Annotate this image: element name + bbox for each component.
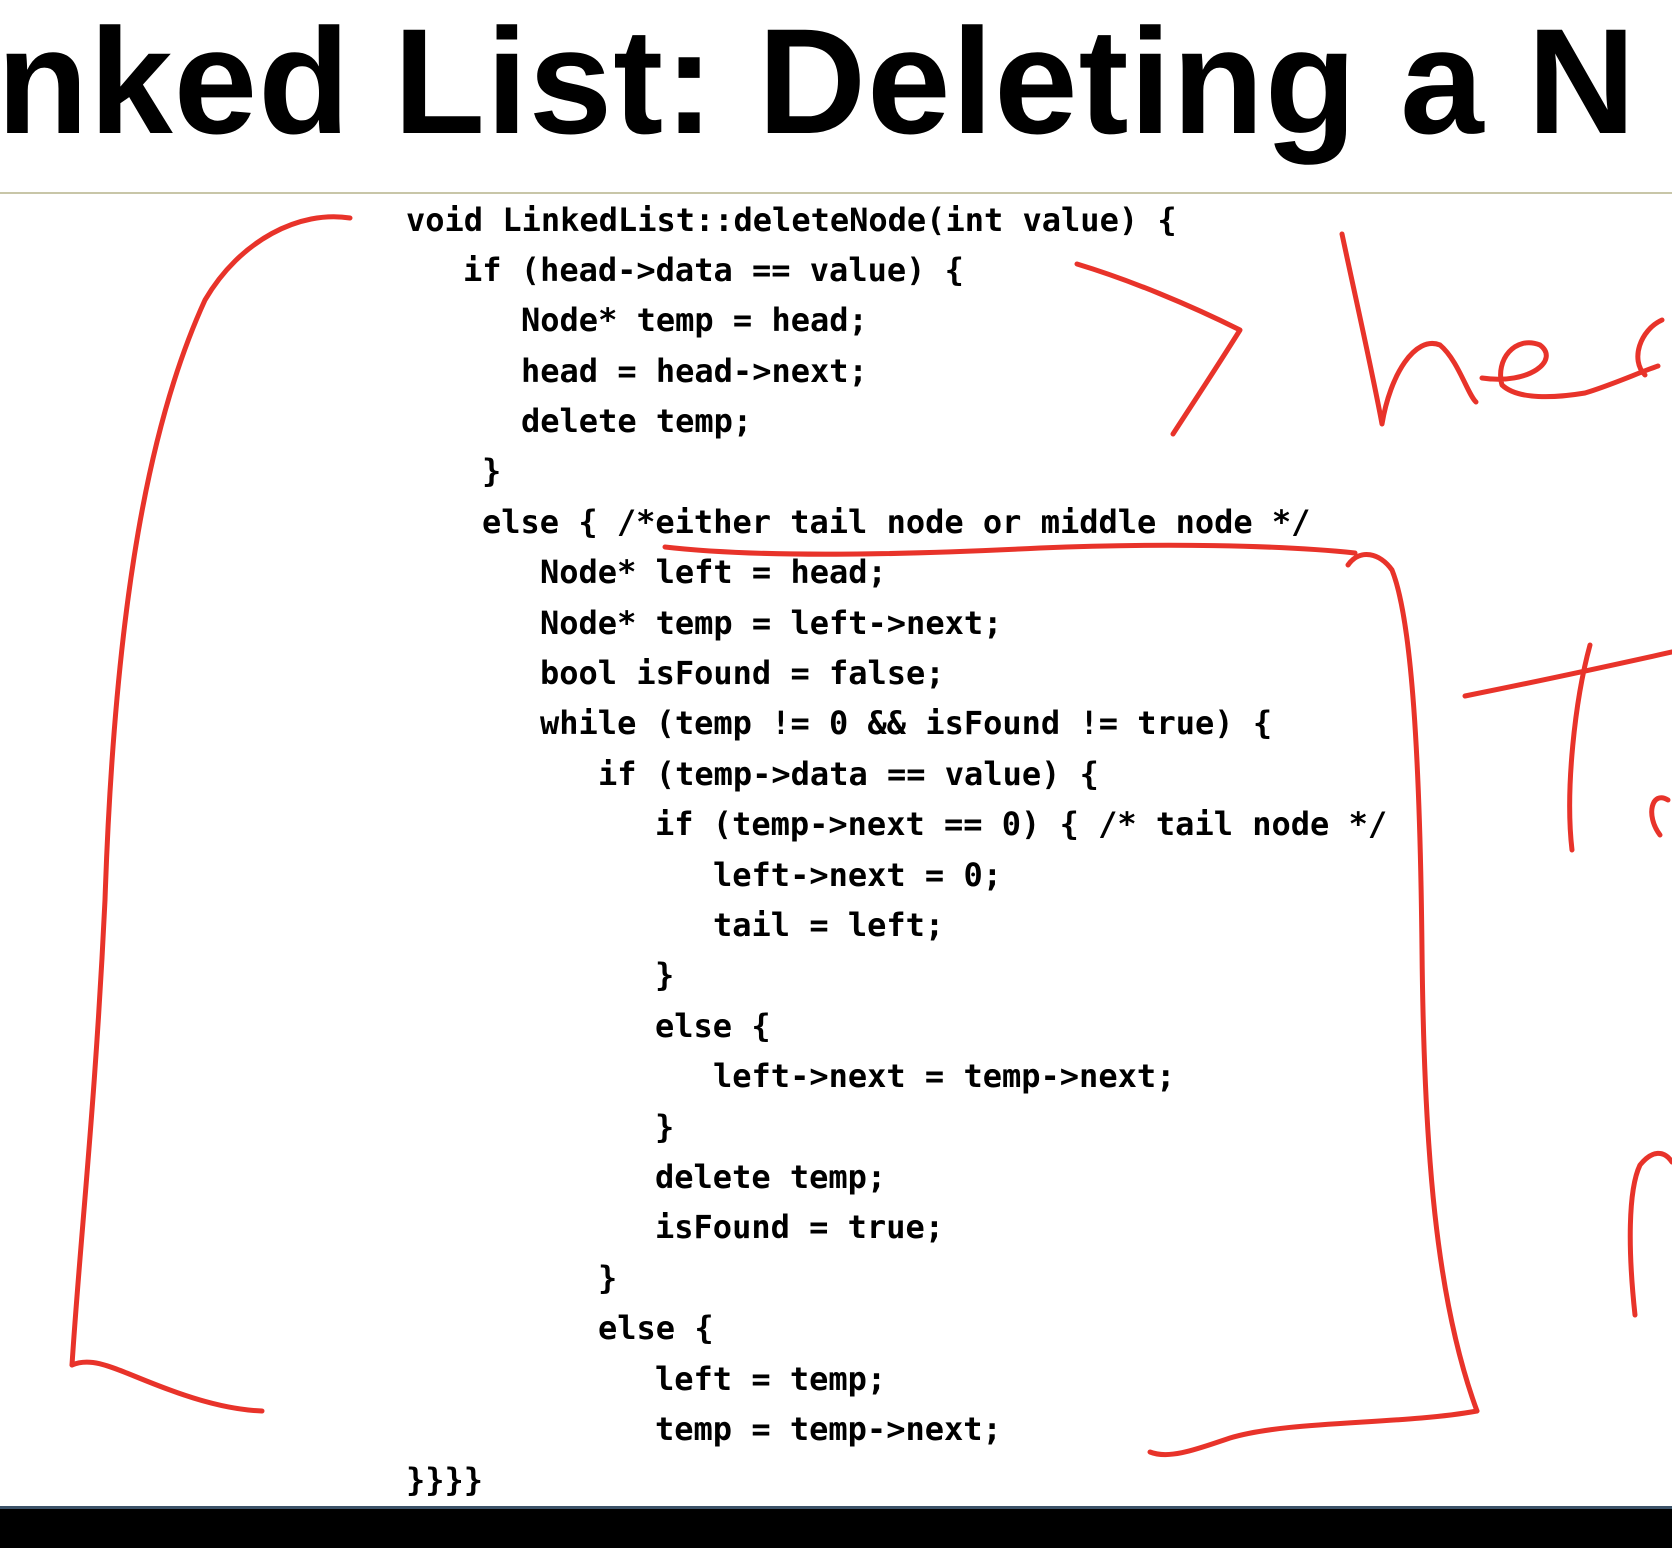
left-bracket-bottom-stroke xyxy=(69,1359,265,1414)
taskbar xyxy=(0,1506,1672,1548)
code-line: } xyxy=(655,1108,675,1146)
code-line: Node* left = head; xyxy=(540,553,887,591)
code-line: Node* temp = left->next; xyxy=(540,604,1003,642)
code-line: left->next = 0; xyxy=(713,856,1002,894)
code-line: } xyxy=(482,452,502,490)
code-line: }}}} xyxy=(406,1461,484,1499)
code-line: } xyxy=(655,956,675,994)
head-arrow-stroke xyxy=(1074,261,1243,437)
code-line: void LinkedList::deleteNode(int value) { xyxy=(406,201,1177,239)
code-line: else { xyxy=(598,1309,714,1347)
slide: inked List: Deleting a N void LinkedList… xyxy=(0,0,1672,1506)
code-line: else { /*either tail node or middle node… xyxy=(482,503,1311,541)
code-line: } xyxy=(598,1259,618,1297)
handwriting-m-stroke xyxy=(1627,1150,1672,1318)
code-line: else { xyxy=(655,1007,771,1045)
code-line: if (head->data == value) { xyxy=(463,251,964,289)
code-line: left = temp; xyxy=(655,1360,887,1398)
left-bracket-stroke xyxy=(69,214,353,1368)
code-line: bool isFound = false; xyxy=(540,654,945,692)
code-line: temp = temp->next; xyxy=(655,1410,1002,1448)
right-bracket-stroke xyxy=(1345,552,1480,1414)
code-line: if (temp->data == value) { xyxy=(598,755,1099,793)
slide-title: inked List: Deleting a N xyxy=(0,0,1637,165)
handwriting-ta-stroke xyxy=(1462,642,1672,853)
code-line: isFound = true; xyxy=(655,1208,944,1246)
code-line: Node* temp = head; xyxy=(521,301,868,339)
code-line: left->next = temp->next; xyxy=(713,1057,1176,1095)
handwriting-hea-stroke xyxy=(1339,231,1665,427)
code-line: while (temp != 0 && isFound != true) { xyxy=(540,704,1273,742)
right-bracket-bottom-stroke xyxy=(1147,1408,1480,1458)
code-line: delete temp; xyxy=(655,1158,887,1196)
code-line: delete temp; xyxy=(521,402,753,440)
code-line: head = head->next; xyxy=(521,352,868,390)
code-line: if (temp->next == 0) { /* tail node */ xyxy=(655,805,1388,843)
title-divider xyxy=(0,192,1672,194)
code-line: tail = left; xyxy=(713,906,945,944)
